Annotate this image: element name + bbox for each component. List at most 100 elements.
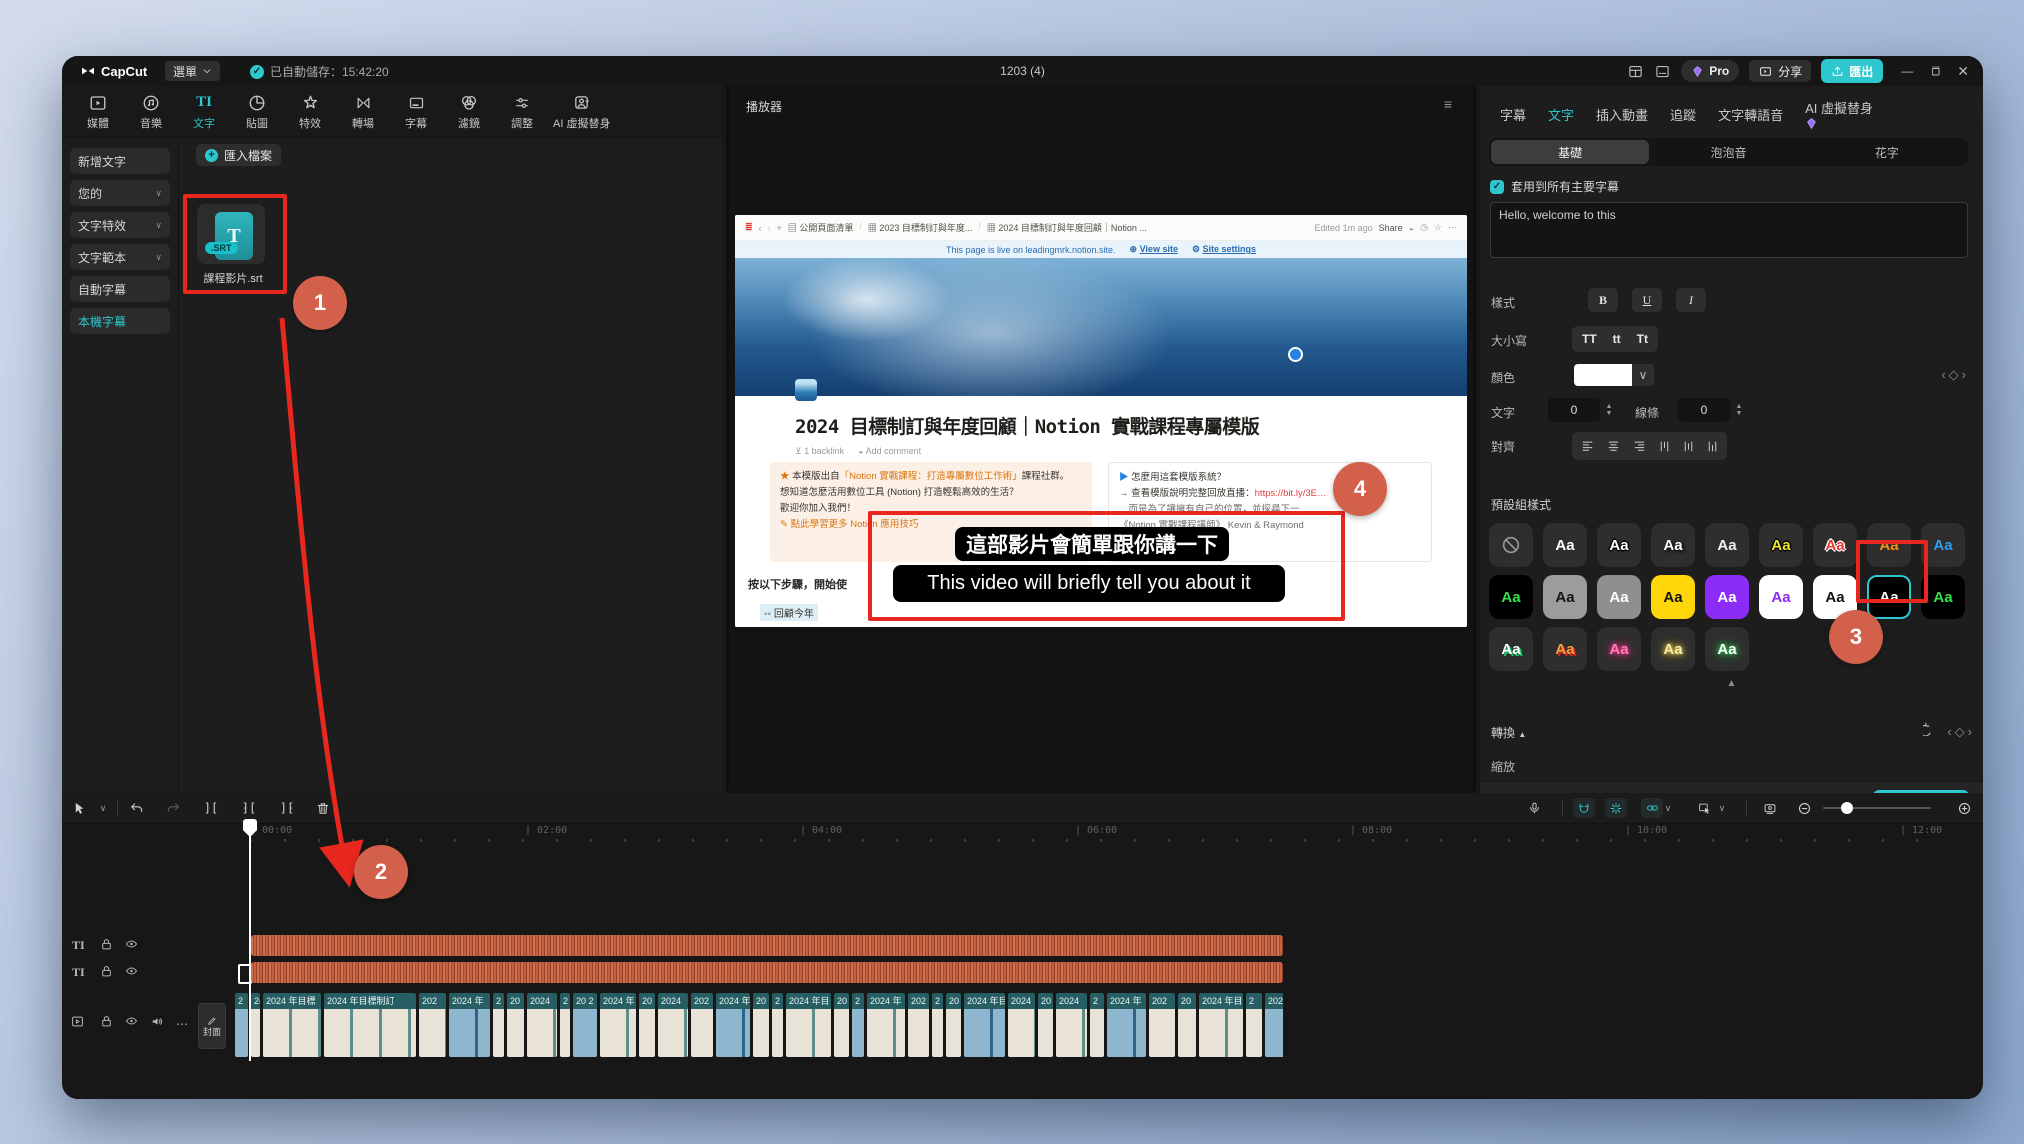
nav-back-icon[interactable]: ‹	[759, 223, 762, 233]
video-more-icon[interactable]: ⋯	[176, 1017, 188, 1031]
preset-style-10[interactable]: Aa	[1489, 575, 1533, 619]
align-left-icon[interactable]	[1580, 440, 1595, 453]
minimize-button[interactable]: —	[1901, 64, 1913, 78]
close-button[interactable]: ✕	[1957, 63, 1969, 80]
breadcrumb-item-2[interactable]: ▦ 2023 目標制訂與年度...	[868, 221, 973, 234]
preset-style-5[interactable]: Aa	[1705, 523, 1749, 567]
select-tool[interactable]	[68, 798, 90, 818]
share-button[interactable]: 分享	[1749, 60, 1811, 82]
preset-style-19[interactable]: Aa	[1489, 627, 1533, 671]
nav-fwd-icon[interactable]: ›	[768, 223, 771, 233]
video-clip[interactable]: 2024 年	[867, 993, 905, 1057]
preset-style-23[interactable]: Aa	[1705, 627, 1749, 671]
settings-tab-4[interactable]: 追蹤	[1670, 105, 1696, 124]
media-tab-1[interactable]: 媒體	[76, 93, 120, 131]
video-clip[interactable]: 2024 年目標	[263, 993, 321, 1057]
layout-toggle-icon[interactable]	[1627, 64, 1644, 79]
preset-style-2[interactable]: Aa	[1543, 523, 1587, 567]
media-tab-2[interactable]: 音樂	[129, 93, 173, 131]
media-tab-10[interactable]: AI 虛擬替身	[553, 93, 610, 131]
trim-right-tool[interactable]: ]⁅	[276, 798, 298, 818]
video-clip[interactable]: 2024	[1008, 993, 1035, 1057]
select-tool-dropdown[interactable]: ∨	[92, 798, 114, 818]
subtitle-text-input[interactable]: Hello, welcome to this	[1490, 202, 1968, 258]
share-link[interactable]: Share	[1379, 223, 1403, 233]
playhead-line[interactable]	[249, 821, 251, 1061]
video-clip[interactable]: 202	[419, 993, 446, 1057]
edit-cover-button[interactable]: 封面	[198, 1003, 226, 1049]
line-spacing-stepper[interactable]: ▲▼	[1732, 398, 1746, 422]
sidebar-item-4[interactable]: 文字範本∨	[70, 244, 170, 270]
sidebar-item-6[interactable]: 本機字幕	[70, 308, 170, 334]
delete-button[interactable]	[312, 798, 334, 818]
line-spacing-input[interactable]: 0	[1678, 398, 1730, 422]
subtab-2[interactable]: 泡泡音	[1649, 140, 1807, 164]
italic-button[interactable]: I	[1676, 288, 1706, 312]
panel-layout-icon[interactable]	[1654, 64, 1671, 79]
breadcrumb-item-3[interactable]: ▦ 2024 目標制訂與年度回顧｜Notion ...	[987, 221, 1147, 234]
player-menu-icon[interactable]: ≡	[1444, 96, 1452, 112]
sidebar-item-5[interactable]: 自動字幕	[70, 276, 170, 302]
video-clip[interactable]: 202	[908, 993, 929, 1057]
apply-all-row[interactable]: ✓ 套用到所有主要字幕	[1490, 178, 1619, 195]
undo-button[interactable]	[126, 798, 148, 818]
sidebar-item-3[interactable]: 文字特效∨	[70, 212, 170, 238]
video-clip[interactable]: 2	[932, 993, 943, 1057]
video-mute-icon[interactable]	[150, 1015, 164, 1028]
bold-button[interactable]: B	[1588, 288, 1618, 312]
video-clip[interactable]: 2024 年	[1107, 993, 1146, 1057]
video-clip[interactable]: 2	[1090, 993, 1104, 1057]
comment-icon[interactable]: ◒	[1409, 223, 1414, 233]
subtab-3[interactable]: 花字	[1808, 140, 1966, 164]
align-center-icon[interactable]	[1606, 440, 1621, 453]
valign-bottom-icon[interactable]	[1706, 440, 1719, 453]
media-tab-8[interactable]: 濾鏡	[447, 93, 491, 131]
case-option-3[interactable]: Tt	[1637, 332, 1648, 346]
settings-tab-6[interactable]: AI 虛擬替身	[1805, 98, 1877, 130]
media-tab-3[interactable]: TI文字	[182, 93, 226, 131]
star-icon[interactable]: ☆	[1434, 222, 1442, 233]
track2-lock-icon[interactable]	[100, 965, 113, 978]
import-file-button[interactable]: + 匯入檔案	[196, 144, 281, 166]
video-clip[interactable]: 2024 年	[716, 993, 750, 1057]
video-clip[interactable]: 2	[772, 993, 783, 1057]
settings-tab-1[interactable]: 字幕	[1500, 105, 1526, 124]
zoom-out-icon[interactable]	[1793, 798, 1815, 818]
link-dropdown[interactable]: ∨	[1657, 798, 1679, 818]
video-clip[interactable]: 202	[1149, 993, 1175, 1057]
video-clip[interactable]: 20 2	[573, 993, 597, 1057]
auto-ripple-icon[interactable]	[1573, 798, 1595, 818]
video-clip[interactable]: 2024 年	[600, 993, 636, 1057]
video-clip[interactable]: 2	[1246, 993, 1262, 1057]
video-clip[interactable]: 2024	[1265, 993, 1283, 1057]
record-voiceover-icon[interactable]	[1523, 798, 1545, 818]
reset-icon[interactable]	[1923, 722, 1937, 736]
video-clip[interactable]: 2024 年目標	[964, 993, 1005, 1057]
track1-lock-icon[interactable]	[100, 938, 113, 951]
collapse-presets-icon[interactable]: ▲	[1727, 678, 1737, 689]
video-lock-icon[interactable]	[100, 1015, 113, 1028]
video-clip[interactable]: 2(	[251, 993, 260, 1057]
add-comment-label[interactable]: ◒ Add comment	[858, 446, 921, 457]
trim-left-tool[interactable]: ⁆[	[238, 798, 260, 818]
preset-style-1[interactable]	[1489, 523, 1533, 567]
video-clip[interactable]: 2	[852, 993, 864, 1057]
export-button[interactable]: 匯出	[1821, 59, 1883, 83]
preset-style-4[interactable]: Aa	[1651, 523, 1695, 567]
track1-visibility-icon[interactable]	[124, 938, 139, 950]
preset-style-21[interactable]: Aa	[1597, 627, 1641, 671]
valign-top-icon[interactable]	[1658, 440, 1671, 453]
checkbox-checked-icon[interactable]: ✓	[1490, 180, 1504, 194]
pro-button[interactable]: Pro	[1681, 60, 1739, 82]
video-clip[interactable]: 2024 年目標制訂	[324, 993, 416, 1057]
video-clip[interactable]: 20	[753, 993, 769, 1057]
preset-style-22[interactable]: Aa	[1651, 627, 1695, 671]
view-site-link[interactable]: ⊕ View site	[1130, 244, 1178, 255]
settings-tab-3[interactable]: 插入動畫	[1596, 105, 1648, 124]
sidebar-item-1[interactable]: 新增文字	[70, 148, 170, 174]
preset-style-7[interactable]: Aa	[1813, 523, 1857, 567]
menu-button[interactable]: 選單	[165, 61, 220, 81]
media-tab-7[interactable]: 字幕	[394, 93, 438, 131]
transform-keyframe-controls[interactable]: ‹◇›	[1947, 724, 1975, 740]
media-tab-6[interactable]: 轉場	[341, 93, 385, 131]
